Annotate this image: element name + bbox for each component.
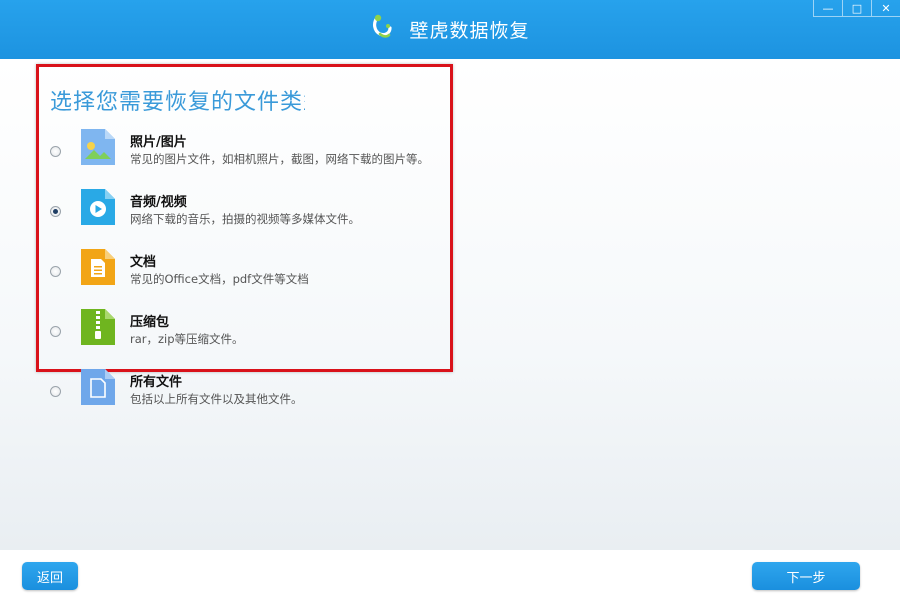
image-file-icon (81, 129, 115, 165)
radio-all-files[interactable] (50, 386, 61, 397)
option-title: 压缩包 (130, 315, 170, 330)
option-title: 所有文件 (130, 375, 183, 390)
option-documents[interactable]: 文档 常见的Office文档，pdf文件等文档 (0, 248, 440, 298)
window-controls: — □ ✕ (813, 0, 900, 18)
option-description: 包括以上所有文件以及其他文件。 (130, 392, 303, 406)
back-button[interactable]: 返回 (22, 562, 78, 590)
option-title: 音频/视频 (130, 195, 187, 210)
radio-audio-video[interactable] (50, 206, 61, 217)
document-file-icon (81, 249, 115, 285)
option-audio-video[interactable]: 音频/视频 网络下载的音乐，拍摄的视频等多媒体文件。 (0, 188, 440, 238)
option-description: 网络下载的音乐，拍摄的视频等多媒体文件。 (130, 212, 360, 226)
media-file-icon (81, 189, 115, 225)
maximize-button[interactable]: □ (842, 0, 871, 17)
option-description: rar，zip等压缩文件。 (130, 332, 244, 346)
radio-documents[interactable] (50, 266, 61, 277)
minimize-button[interactable]: — (813, 0, 842, 17)
option-description: 常见的图片文件，如相机照片，截图，网络下载的图片等。 (130, 152, 429, 166)
next-button[interactable]: 下一步 (752, 562, 860, 590)
option-photos[interactable]: 照片/图片 常见的图片文件，如相机照片，截图，网络下载的图片等。 (0, 128, 440, 178)
option-archives[interactable]: 压缩包 rar，zip等压缩文件。 (0, 308, 440, 358)
app-title-text: 壁虎数据恢复 (409, 20, 530, 42)
maximize-icon: □ (851, 1, 863, 15)
option-title: 照片/图片 (130, 135, 187, 150)
option-title: 文档 (130, 255, 157, 270)
minimize-icon: — (822, 1, 834, 15)
archive-file-icon (81, 309, 115, 345)
generic-file-icon (81, 369, 115, 405)
radio-archives[interactable] (50, 326, 61, 337)
title-bar: 壁虎数据恢复 — □ ✕ (0, 0, 900, 59)
app-title: 壁虎数据恢复 (0, 14, 900, 45)
close-button[interactable]: ✕ (871, 0, 900, 17)
footer-bar: 返回 下一步 (0, 550, 900, 600)
radio-photos[interactable] (50, 146, 61, 157)
gecko-logo-icon (370, 14, 394, 45)
option-all-files[interactable]: 所有文件 包括以上所有文件以及其他文件。 (0, 368, 440, 418)
option-description: 常见的Office文档，pdf文件等文档 (130, 272, 309, 286)
close-icon: ✕ (881, 1, 891, 15)
